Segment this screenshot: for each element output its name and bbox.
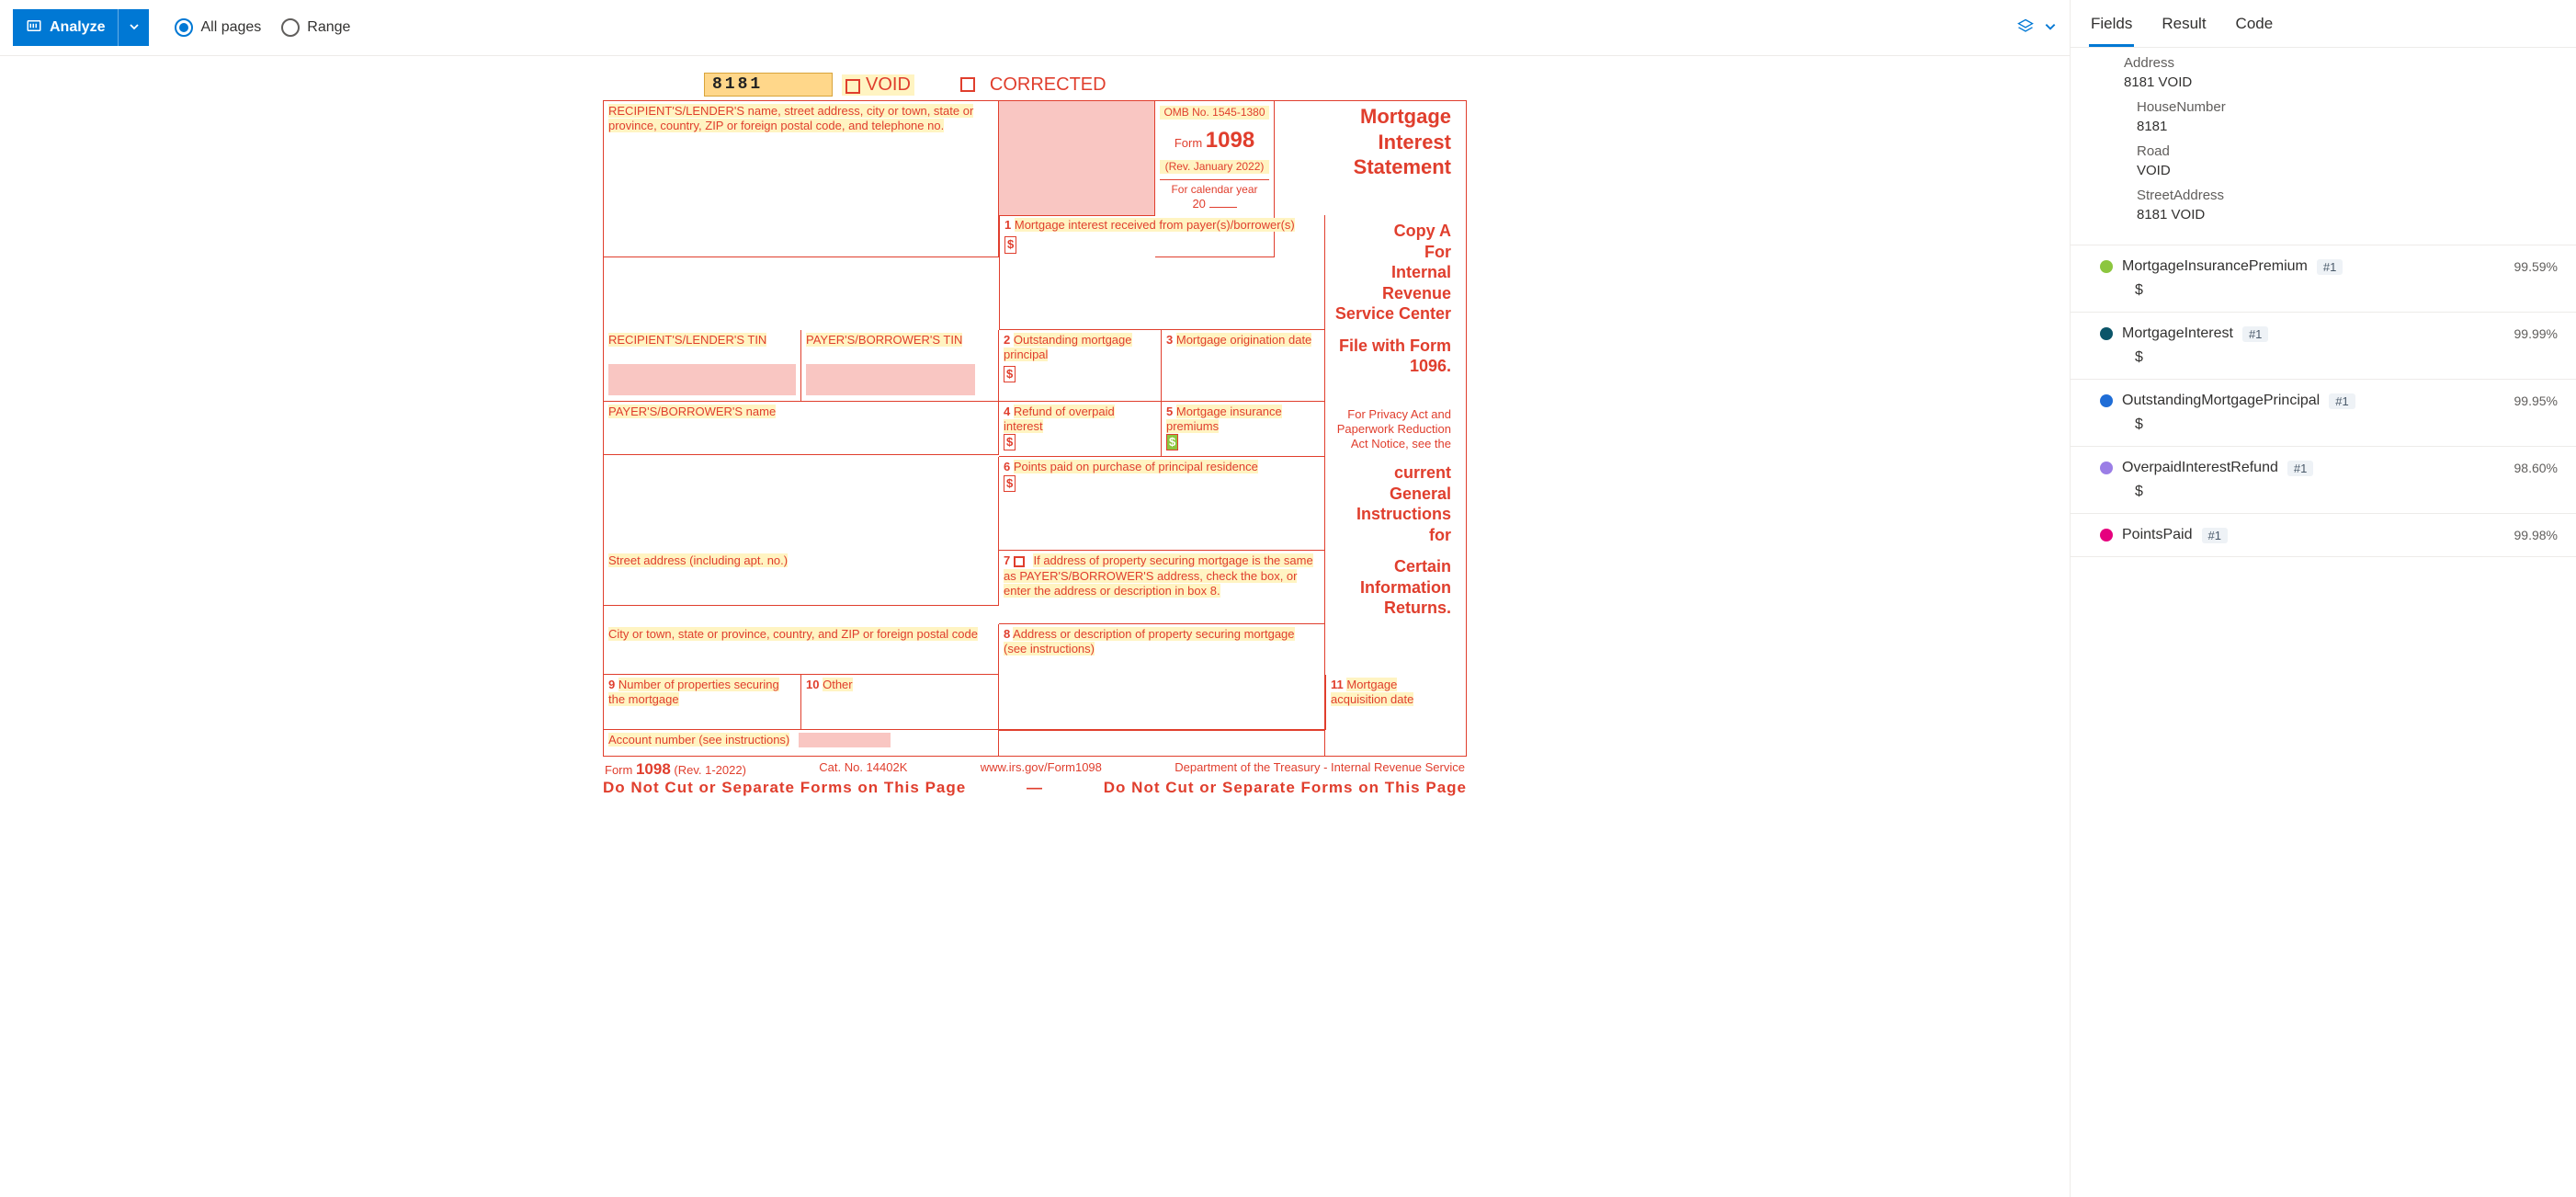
box1-label: Mortgage interest received from payer(s)… [1015, 218, 1295, 232]
field-name: OverpaidInterestRefund [2122, 460, 2278, 476]
recipient-tin-label: RECIPIENT'S/LENDER'S TIN [608, 333, 766, 347]
omb-number: OMB No. 1545-1380 [1160, 106, 1269, 120]
tab-result[interactable]: Result [2160, 9, 2207, 47]
house-number-value: 8181 [2137, 119, 2558, 134]
box5-label: Mortgage insurance premiums [1166, 405, 1282, 433]
field-name: MortgageInterest [2122, 325, 2233, 342]
box11-label: Mortgage acquisition date [1331, 678, 1413, 706]
box3-label: Mortgage origination date [1176, 333, 1311, 347]
box7-label: If address of property securing mortgage… [1004, 553, 1313, 598]
analyze-button[interactable]: Analyze [13, 9, 118, 46]
analyze-label: Analyze [50, 19, 105, 36]
field-item[interactable]: OutstandingMortgagePrincipal #1 99.95% $ [2071, 380, 2576, 447]
field-item[interactable]: MortgageInsurancePremium #1 99.59% $ [2071, 245, 2576, 313]
layers-chevron-icon[interactable] [2044, 20, 2057, 36]
field-badge: #1 [2329, 393, 2355, 409]
box2-label: Outstanding mortgage principal [1004, 333, 1132, 361]
field-color-dot [2100, 529, 2113, 542]
analyze-dropdown-button[interactable] [118, 9, 149, 46]
city-label: City or town, state or province, country… [608, 627, 978, 641]
field-confidence: 99.99% [2514, 326, 2558, 341]
field-badge: #1 [2202, 528, 2228, 543]
form-revision: (Rev. January 2022) [1160, 160, 1269, 174]
field-value: $ [2135, 484, 2558, 500]
tab-code[interactable]: Code [2234, 9, 2275, 47]
field-badge: #1 [2242, 326, 2268, 342]
form-url: www.irs.gov/Form1098 [981, 760, 1102, 779]
road-value: VOID [2137, 163, 2558, 178]
right-tabs: Fields Result Code [2071, 0, 2576, 48]
form-title-1: Mortgage [1279, 104, 1451, 130]
form-1098: 8181 VOID CORRECTED RECIPIENT'S/LENDER'S… [603, 73, 1467, 797]
cat-number: Cat. No. 14402K [819, 760, 907, 779]
radio-unchecked-icon [281, 18, 300, 37]
radio-all-pages[interactable]: All pages [175, 18, 261, 37]
radio-all-pages-label: All pages [200, 19, 261, 36]
toolbar: Analyze All pages Range [0, 0, 2070, 56]
recipient-header: RECIPIENT'S/LENDER'S name, street addres… [608, 104, 973, 132]
street-label: Street address (including apt. no.) [608, 553, 788, 567]
field-confidence: 99.59% [2514, 259, 2558, 274]
void-label: VOID [866, 74, 911, 95]
field-address[interactable]: Address 8181 VOID HouseNumber 8181 Road … [2071, 48, 2576, 245]
corrected-checkbox [960, 77, 975, 92]
field-confidence: 99.98% [2514, 528, 2558, 542]
payer-name-label: PAYER'S/BORROWER'S name [608, 405, 776, 418]
do-not-cut-right: Do Not Cut or Separate Forms on This Pag… [1104, 779, 1467, 797]
field-confidence: 98.60% [2514, 461, 2558, 475]
field-name: PointsPaid [2122, 527, 2193, 543]
box4-label: Refund of overpaid interest [1004, 405, 1115, 433]
form-title-3: Statement [1279, 154, 1451, 180]
account-label: Account number (see instructions) [608, 733, 789, 747]
fields-panel[interactable]: Address 8181 VOID HouseNumber 8181 Road … [2071, 48, 2576, 1197]
field-color-dot [2100, 394, 2113, 407]
analyze-icon [26, 17, 42, 39]
street-address-value: 8181 VOID [2137, 207, 2558, 222]
do-not-cut-left: Do Not Cut or Separate Forms on This Pag… [603, 779, 966, 797]
corrected-label: CORRECTED [990, 74, 1106, 96]
field-item[interactable]: MortgageInterest #1 99.99% $ [2071, 313, 2576, 380]
chevron-down-icon [129, 21, 140, 35]
box8-label: Address or description of property secur… [1004, 627, 1295, 656]
radio-range[interactable]: Range [281, 18, 350, 37]
field-color-dot [2100, 327, 2113, 340]
field-confidence: 99.95% [2514, 393, 2558, 408]
box10-label: Other [823, 678, 853, 691]
void-checkbox [845, 79, 860, 94]
dept-treasury: Department of the Treasury - Internal Re… [1175, 760, 1465, 779]
field-value: $ [2135, 282, 2558, 299]
tab-fields[interactable]: Fields [2089, 9, 2134, 47]
payer-tin-label: PAYER'S/BORROWER'S TIN [806, 333, 962, 347]
field-value: $ [2135, 349, 2558, 366]
field-name: OutstandingMortgagePrincipal [2122, 393, 2320, 409]
radio-checked-icon [175, 18, 193, 37]
box6-label: Points paid on purchase of principal res… [1014, 460, 1258, 473]
field-item[interactable]: OverpaidInterestRefund #1 98.60% $ [2071, 447, 2576, 514]
field-badge: #1 [2317, 259, 2343, 275]
layers-icon[interactable] [2016, 17, 2035, 39]
field-name: MortgageInsurancePremium [2122, 258, 2308, 275]
file-with: File with Form 1096. [1339, 336, 1451, 376]
field-badge: #1 [2287, 461, 2313, 476]
radio-range-label: Range [307, 19, 350, 36]
form-code-chip: 8181 [704, 73, 833, 97]
address-value: 8181 VOID [2124, 74, 2558, 90]
field-value: $ [2135, 416, 2558, 433]
document-viewer[interactable]: 8181 VOID CORRECTED RECIPIENT'S/LENDER'S… [0, 56, 2070, 1197]
field-color-dot [2100, 462, 2113, 474]
field-color-dot [2100, 260, 2113, 273]
box9-label: Number of properties securing the mortga… [608, 678, 779, 706]
copy-a: Copy A [1394, 222, 1451, 240]
form-title-2: Interest [1279, 130, 1451, 155]
form-number: 1098 [1206, 128, 1254, 153]
field-item[interactable]: PointsPaid #1 99.98% [2071, 514, 2576, 557]
